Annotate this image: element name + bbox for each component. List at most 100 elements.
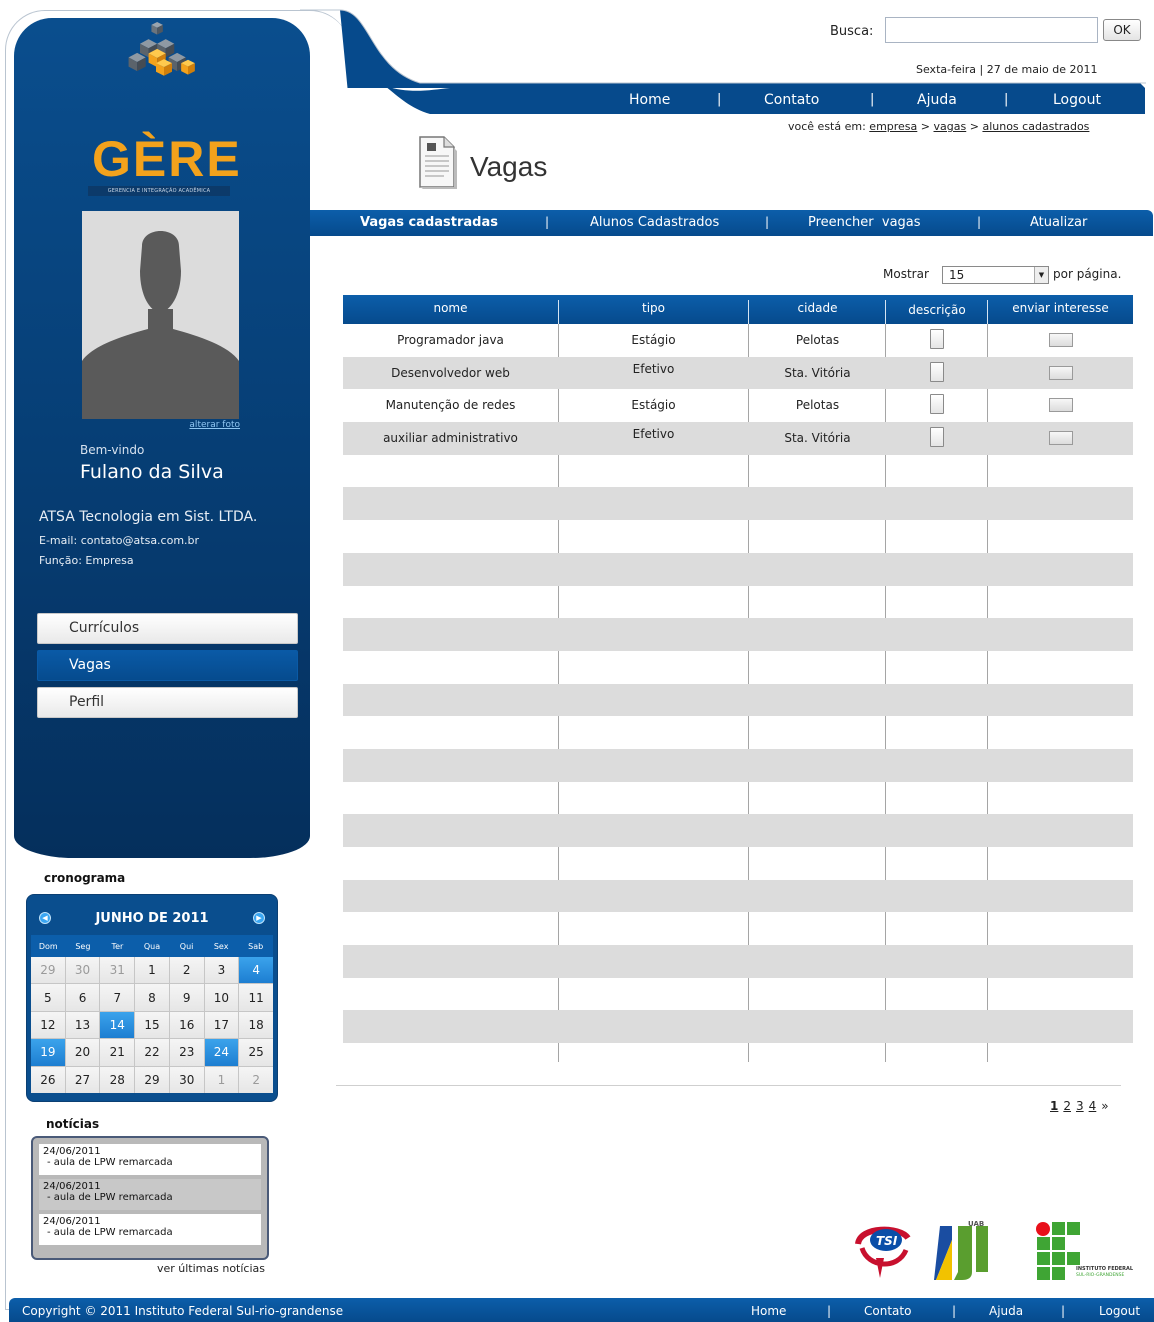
footer-ajuda[interactable]: Ajuda xyxy=(989,1304,1023,1318)
news-more-link[interactable]: ver últimas notícias xyxy=(60,1262,265,1275)
calendar-day[interactable]: 13 xyxy=(65,1011,100,1039)
breadcrumb-vagas[interactable]: vagas xyxy=(934,120,967,133)
tab-preencher-vagas[interactable]: Preencher vagas xyxy=(808,215,921,230)
footer-contato[interactable]: Contato xyxy=(864,1304,911,1318)
calendar-day[interactable]: 27 xyxy=(65,1066,100,1093)
cell-enviar-interesse xyxy=(988,398,1133,415)
table-row xyxy=(343,552,1133,586)
calendar-day[interactable]: 4 xyxy=(239,957,273,984)
calendar-day[interactable]: 20 xyxy=(65,1039,100,1066)
table-row: Manutenção de redes Estágio Pelotas xyxy=(343,389,1133,422)
top-nav: Home | Contato | Ajuda | Logout xyxy=(350,86,1145,114)
menu-perfil[interactable]: Perfil xyxy=(37,687,298,718)
calendar-day[interactable]: 3 xyxy=(204,957,239,984)
breadcrumb: você está em: empresa > vagas > alunos c… xyxy=(788,120,1089,133)
calendar-day[interactable]: 2 xyxy=(239,1066,273,1093)
calendar-day[interactable]: 29 xyxy=(135,1066,169,1093)
calendar-day[interactable]: 18 xyxy=(239,1011,273,1039)
calendar-day[interactable]: 1 xyxy=(204,1066,239,1093)
page-link[interactable]: 1 xyxy=(1050,1099,1058,1113)
calendar-day[interactable]: 11 xyxy=(239,984,273,1011)
ifsul-logo-icon: INSTITUTO FEDERAL SUL-RIO-GRANDENSE xyxy=(1036,1222,1134,1280)
change-photo-link[interactable]: alterar foto xyxy=(160,420,240,430)
calendar-day[interactable]: 7 xyxy=(100,984,135,1011)
search-input[interactable] xyxy=(885,17,1098,43)
calendar-day[interactable]: 14 xyxy=(100,1011,135,1039)
news-item[interactable]: 24/06/2011- aula de LPW remarcada xyxy=(39,1144,261,1175)
calendar-day[interactable]: 5 xyxy=(31,984,65,1011)
envelope-icon[interactable] xyxy=(1048,398,1073,413)
top-nav-ajuda[interactable]: Ajuda xyxy=(917,92,957,108)
table-row xyxy=(343,945,1133,978)
cell-descricao xyxy=(886,394,988,417)
page-link[interactable]: 3 xyxy=(1076,1099,1084,1113)
top-nav-home[interactable]: Home xyxy=(629,92,670,108)
calendar-day[interactable]: 28 xyxy=(100,1066,135,1093)
page-size-select[interactable]: 15 ▼ xyxy=(942,266,1049,284)
tab-vagas-cadastradas[interactable]: Vagas cadastradas xyxy=(360,215,498,230)
calendar-day[interactable]: 8 xyxy=(135,984,169,1011)
news-item[interactable]: 24/06/2011- aula de LPW remarcada xyxy=(39,1214,261,1245)
calendar-day[interactable]: 31 xyxy=(100,957,135,984)
calendar-day[interactable]: 16 xyxy=(169,1011,204,1039)
document-icon[interactable] xyxy=(930,361,944,382)
news-item[interactable]: 24/06/2011- aula de LPW remarcada xyxy=(39,1179,261,1210)
breadcrumb-empresa[interactable]: empresa xyxy=(869,120,917,133)
calendar-day[interactable]: 22 xyxy=(135,1039,169,1066)
calendar-day[interactable]: 25 xyxy=(239,1039,273,1066)
calendar-day[interactable]: 26 xyxy=(31,1066,65,1093)
tab-atualizar[interactable]: Atualizar xyxy=(1030,215,1087,230)
calendar-day[interactable]: 2 xyxy=(169,957,204,984)
breadcrumb-prefix: você está em: xyxy=(788,120,866,133)
footer-logout[interactable]: Logout xyxy=(1099,1304,1140,1318)
table-row xyxy=(343,683,1133,717)
tab-alunos-cadastrados[interactable]: Alunos Cadastrados xyxy=(590,215,719,230)
tab-separator: | xyxy=(765,215,770,229)
page-link[interactable]: 2 xyxy=(1063,1099,1071,1113)
top-nav-contato[interactable]: Contato xyxy=(764,92,819,108)
envelope-icon[interactable] xyxy=(1048,365,1073,380)
document-icon[interactable] xyxy=(930,427,944,448)
news-section-title: notícias xyxy=(46,1117,100,1131)
calendar-day[interactable]: 30 xyxy=(65,957,100,984)
calendar-day[interactable]: 6 xyxy=(65,984,100,1011)
calendar-day[interactable]: 29 xyxy=(31,957,65,984)
document-icon[interactable] xyxy=(930,394,944,415)
breadcrumb-alunos-cadastrados[interactable]: alunos cadastrados xyxy=(982,120,1089,133)
menu-curriculos[interactable]: Currículos xyxy=(37,613,298,644)
calendar-day[interactable]: 9 xyxy=(169,984,204,1011)
header-divider xyxy=(987,300,988,324)
calendar-day[interactable]: 24 xyxy=(204,1039,239,1066)
footer-home[interactable]: Home xyxy=(751,1304,786,1318)
calendar-next-icon[interactable]: ▶ xyxy=(252,912,265,924)
calendar-day[interactable]: 15 xyxy=(135,1011,169,1039)
top-nav-logout[interactable]: Logout xyxy=(1053,92,1101,108)
page-link[interactable]: 4 xyxy=(1089,1099,1097,1113)
table-header: nome tipo cidade descrição enviar intere… xyxy=(343,295,1133,324)
calendar-day[interactable]: 19 xyxy=(31,1039,65,1066)
menu-vagas[interactable]: Vagas xyxy=(37,650,298,681)
table-row xyxy=(343,651,1133,684)
envelope-icon[interactable] xyxy=(1048,431,1073,446)
next-page-icon[interactable]: » xyxy=(1101,1099,1108,1113)
news-date: 24/06/2011 xyxy=(43,1181,101,1192)
envelope-icon[interactable] xyxy=(1048,333,1073,347)
calendar-day[interactable]: 21 xyxy=(100,1039,135,1066)
show-label: Mostrar xyxy=(883,267,929,281)
search-ok-button[interactable]: OK xyxy=(1103,19,1141,41)
calendar-prev-icon[interactable]: ◀ xyxy=(39,912,51,924)
cell-cidade: Pelotas xyxy=(795,398,840,413)
calendar-day[interactable]: 12 xyxy=(31,1011,65,1039)
calendar-weekday: Sex xyxy=(213,941,229,951)
chevron-down-icon[interactable]: ▼ xyxy=(1034,267,1048,283)
breadcrumb-separator: > xyxy=(969,120,979,133)
calendar-day[interactable]: 10 xyxy=(204,984,239,1011)
calendar-day[interactable]: 23 xyxy=(169,1039,204,1066)
document-icon[interactable] xyxy=(930,329,944,349)
calendar-day[interactable]: 17 xyxy=(204,1011,239,1039)
calendar-day[interactable]: 1 xyxy=(135,957,169,984)
header-cidade: cidade xyxy=(797,301,838,315)
calendar-section-title: cronograma xyxy=(44,871,126,885)
calendar-day[interactable]: 30 xyxy=(169,1066,204,1093)
header-descricao: descrição xyxy=(908,303,966,317)
